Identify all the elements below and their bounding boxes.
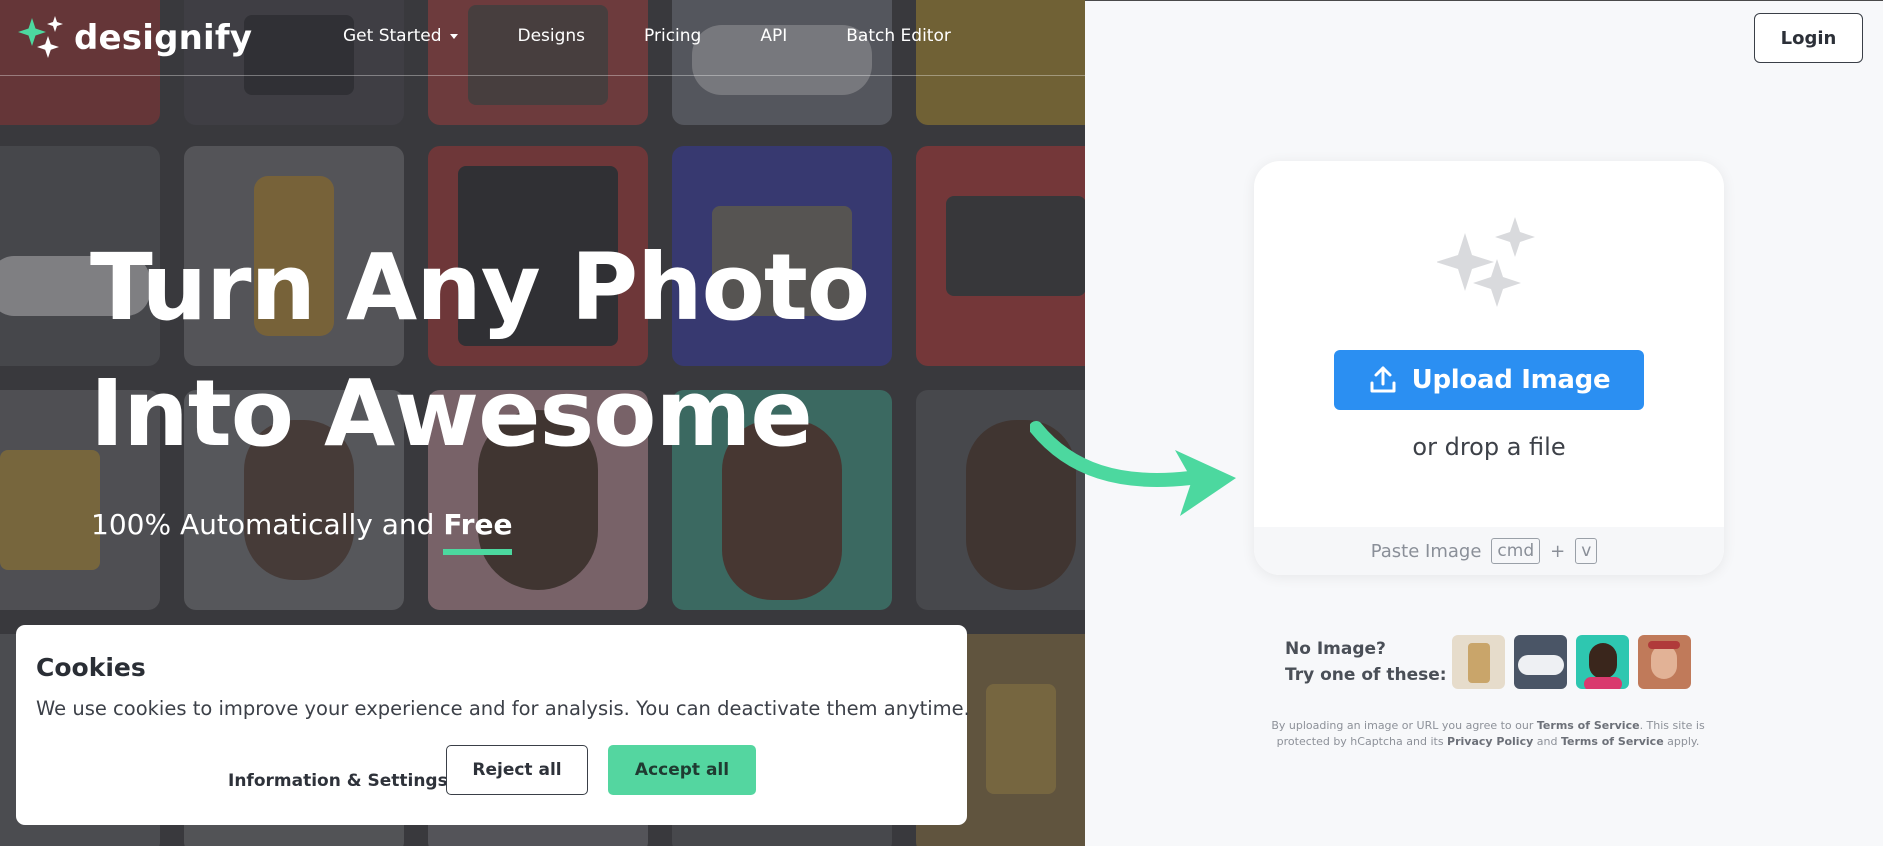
sample-car-icon[interactable] (1514, 635, 1567, 689)
nav-get-started-label: Get Started (343, 26, 442, 46)
headline-line-2: Into Awesome (90, 360, 813, 467)
sparkle-logo-icon (18, 16, 68, 60)
sample-product-icon[interactable] (1452, 635, 1505, 689)
legal-prefix: By uploading an image or URL you agree t… (1271, 719, 1537, 732)
sample-images (1452, 635, 1700, 689)
nav-get-started[interactable]: Get Started (343, 26, 459, 46)
hero-headline: Turn Any Photo Into Awesome (90, 225, 870, 477)
paste-image-hint: Paste Image cmd + v (1254, 527, 1724, 575)
try-samples-label: No Image? Try one of these: (1285, 636, 1447, 688)
upload-icon (1370, 366, 1396, 393)
cookie-info-settings-button[interactable]: Information & Settings (228, 758, 448, 804)
plus-sign: + (1550, 540, 1566, 562)
green-arrow-icon (1030, 421, 1236, 516)
logo[interactable]: designify (18, 16, 252, 60)
legal-and: and (1533, 735, 1561, 748)
logo-text: designify (74, 18, 253, 58)
no-image-text: No Image? (1285, 639, 1386, 659)
nav-api[interactable]: API (760, 26, 787, 46)
cookie-reject-button[interactable]: Reject all (446, 745, 588, 795)
sample-woman-icon[interactable] (1638, 635, 1691, 689)
v-key: v (1575, 538, 1598, 564)
privacy-link[interactable]: Privacy Policy (1447, 735, 1533, 748)
try-one-text: Try one of these: (1285, 665, 1447, 685)
paste-label: Paste Image (1370, 540, 1482, 562)
caret-down-icon (450, 33, 459, 39)
nav-designs[interactable]: Designs (517, 26, 585, 46)
headline-line-1: Turn Any Photo (90, 234, 870, 341)
top-nav: designify Get Started Designs Pricing AP… (0, 0, 1085, 76)
cookie-dialog: Cookies We use cookies to improve your e… (16, 625, 970, 825)
terms-link-1[interactable]: Terms of Service (1537, 719, 1640, 732)
legal-notice: By uploading an image or URL you agree t… (1258, 718, 1718, 750)
drop-file-text: or drop a file (1412, 433, 1566, 461)
cookie-title: Cookies (36, 653, 146, 682)
sparkle-placeholder-icon (1437, 217, 1535, 307)
hero-subline: 100% Automatically and Free (91, 508, 513, 555)
login-button[interactable]: Login (1754, 13, 1863, 63)
upload-card[interactable]: Upload Image or drop a file Paste Image … (1254, 161, 1724, 575)
terms-link-2[interactable]: Terms of Service (1561, 735, 1664, 748)
cmd-key: cmd (1491, 538, 1541, 564)
subline-prefix: 100% Automatically and (91, 508, 444, 541)
nav-links: Get Started Designs Pricing API Batch Ed… (343, 26, 1010, 46)
cookie-accept-button[interactable]: Accept all (608, 745, 756, 795)
sample-man-icon[interactable] (1576, 635, 1629, 689)
subline-free: Free (443, 508, 513, 555)
cookie-text: We use cookies to improve your experienc… (36, 697, 970, 720)
nav-batch-editor[interactable]: Batch Editor (846, 26, 951, 46)
legal-suffix: apply. (1663, 735, 1700, 748)
nav-pricing[interactable]: Pricing (644, 26, 701, 46)
upload-image-button[interactable]: Upload Image (1334, 350, 1644, 410)
upload-button-label: Upload Image (1411, 365, 1611, 395)
